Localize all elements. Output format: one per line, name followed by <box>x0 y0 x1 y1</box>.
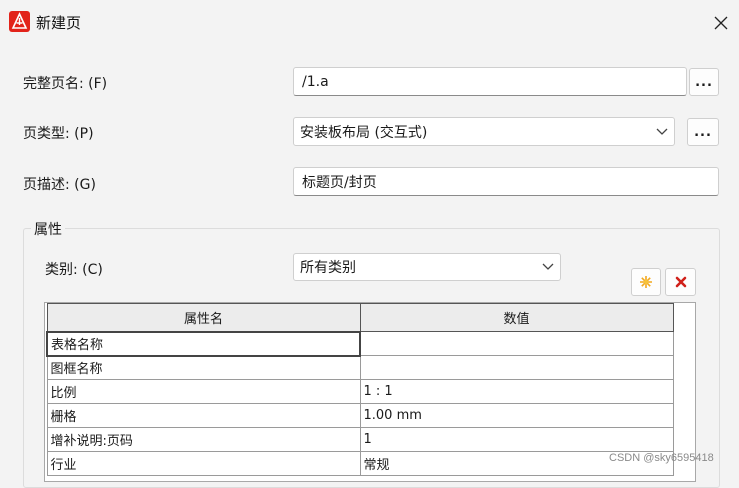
sun-star-icon <box>640 276 652 288</box>
property-name-cell[interactable]: 栅格 <box>46 403 361 428</box>
full-page-name-value: /1.a <box>302 73 329 90</box>
full-page-name-label: 完整页名: (F) <box>23 76 108 92</box>
page-type-browse-button[interactable]: ... <box>687 118 719 146</box>
property-value-cell[interactable]: 1 <box>359 427 674 452</box>
property-value-cell[interactable]: 1.00 mm <box>359 403 674 428</box>
delete-property-button[interactable] <box>665 268 696 296</box>
page-type-value: 安装板布局 (交互式) <box>300 124 428 141</box>
property-name-cell[interactable]: 表格名称 <box>46 330 361 357</box>
watermark-text: CSDN @sky6595418 <box>609 452 714 464</box>
page-description-label: 页描述: (G) <box>23 177 96 193</box>
full-page-name-browse-button[interactable]: ... <box>689 68 719 96</box>
property-name-cell[interactable]: 行业 <box>46 451 361 476</box>
title-bar: 新建页 <box>0 0 739 44</box>
chevron-down-icon <box>542 263 554 270</box>
property-value-cell[interactable]: 1 : 1 <box>359 379 674 404</box>
category-select[interactable]: 所有类别 <box>293 253 561 281</box>
property-name-cell[interactable]: 增补说明:页码 <box>46 427 361 452</box>
page-description-value: 标题页/封页 <box>302 174 377 191</box>
close-icon <box>714 16 728 30</box>
table-header-row: 属性名 数值 <box>46 303 674 332</box>
table-row[interactable]: 图框名称 <box>46 355 674 380</box>
property-name-cell[interactable]: 比例 <box>46 379 361 404</box>
property-name-cell[interactable]: 图框名称 <box>46 355 361 380</box>
chevron-down-icon <box>656 128 668 135</box>
new-property-button[interactable] <box>631 268 661 296</box>
page-description-input[interactable]: 标题页/封页 <box>293 167 719 196</box>
property-value-cell[interactable] <box>359 331 674 356</box>
category-label: 类别: (C) <box>45 262 103 278</box>
full-page-name-input[interactable]: /1.a <box>293 67 687 96</box>
table-row[interactable]: 表格名称 <box>46 330 674 357</box>
category-value: 所有类别 <box>300 260 356 276</box>
delete-x-icon <box>675 276 686 288</box>
window-title: 新建页 <box>36 14 82 32</box>
properties-group-title: 属性 <box>31 219 65 239</box>
property-value-cell[interactable] <box>359 355 674 380</box>
page-type-label: 页类型: (P) <box>23 126 94 142</box>
column-header-value[interactable]: 数值 <box>359 303 674 332</box>
property-grid[interactable]: 属性名 数值 表格名称 图框名称 比例 1 : 1 栅格 1.00 mm 增补说… <box>44 302 696 482</box>
close-button[interactable] <box>708 10 734 36</box>
table-row[interactable]: 行业 常规 <box>46 451 674 476</box>
page-type-select[interactable]: 安装板布局 (交互式) <box>293 117 675 146</box>
table-row[interactable]: 比例 1 : 1 <box>46 379 674 404</box>
column-header-property-name[interactable]: 属性名 <box>46 303 361 332</box>
property-table: 属性名 数值 表格名称 图框名称 比例 1 : 1 栅格 1.00 mm 增补说… <box>46 303 674 476</box>
table-row[interactable]: 增补说明:页码 1 <box>46 427 674 452</box>
table-row[interactable]: 栅格 1.00 mm <box>46 403 674 428</box>
app-logo-icon <box>9 11 30 32</box>
